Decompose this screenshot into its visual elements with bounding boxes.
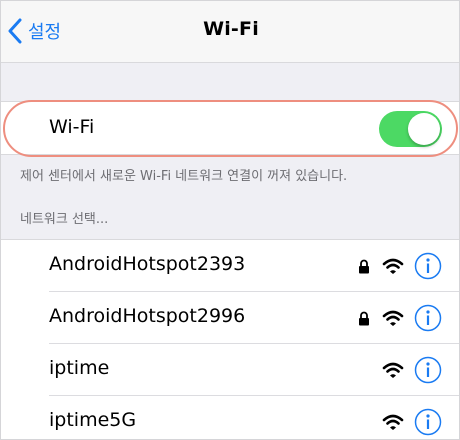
lock-icon bbox=[359, 259, 369, 274]
info-icon[interactable] bbox=[414, 304, 442, 332]
wifi-toggle-row: Wi-Fi bbox=[1, 101, 459, 155]
network-row[interactable]: iptime bbox=[1, 344, 459, 396]
network-row[interactable]: AndroidHotspot2996 bbox=[1, 292, 459, 344]
page-title: Wi-Fi bbox=[203, 18, 259, 40]
network-row[interactable]: iptime5G bbox=[1, 396, 459, 439]
network-name: AndroidHotspot2996 bbox=[49, 305, 246, 327]
network-name: iptime5G bbox=[49, 409, 137, 431]
wifi-icon bbox=[382, 310, 404, 326]
info-icon[interactable] bbox=[414, 252, 442, 280]
wifi-icon bbox=[382, 362, 404, 378]
choose-network-header: 네트워크 선택... bbox=[20, 212, 109, 227]
network-name: iptime bbox=[49, 357, 110, 379]
info-icon[interactable] bbox=[414, 408, 442, 436]
wifi-toggle-label: Wi-Fi bbox=[49, 116, 95, 138]
settings-screen: 설정 Wi-Fi Wi-Fi 제어 센터에서 새로운 Wi-Fi 네트워크 연결… bbox=[0, 0, 460, 440]
wifi-toggle-switch[interactable] bbox=[379, 111, 442, 147]
switch-knob bbox=[408, 113, 440, 145]
control-center-footnote: 제어 센터에서 새로운 Wi-Fi 네트워크 연결이 꺼져 있습니다. bbox=[20, 169, 348, 184]
navigation-bar: 설정 Wi-Fi bbox=[1, 1, 459, 63]
wifi-icon bbox=[382, 258, 404, 274]
lock-icon bbox=[359, 311, 369, 326]
network-name: AndroidHotspot2393 bbox=[49, 253, 246, 275]
info-icon[interactable] bbox=[414, 356, 442, 384]
network-row[interactable]: AndroidHotspot2393 bbox=[1, 240, 459, 292]
network-list: AndroidHotspot2393 AndroidHotspot2996 ip… bbox=[1, 239, 459, 439]
wifi-icon bbox=[382, 414, 404, 430]
